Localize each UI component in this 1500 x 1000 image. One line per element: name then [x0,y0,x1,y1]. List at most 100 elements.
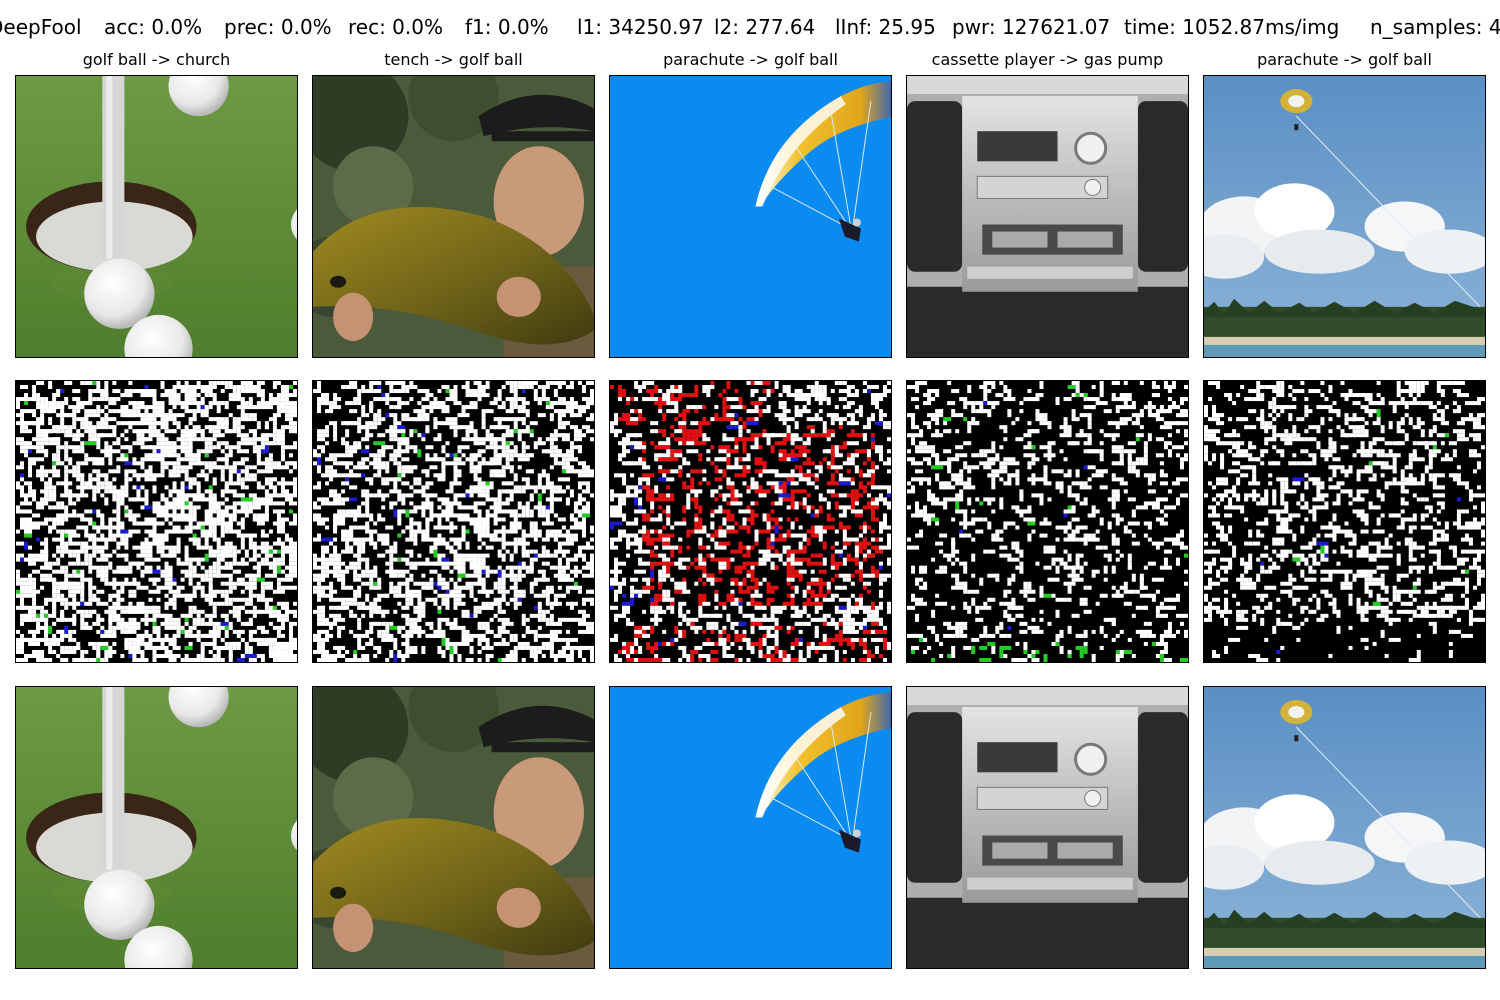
perturbation-pixel [557,489,562,494]
perturbation-pixel [244,477,257,482]
perturbation-pixel [28,445,41,450]
perturbation-pixel [112,641,117,646]
perturbation-pixel [100,553,113,558]
perturbation-pixel [329,605,334,610]
perturbation-pixel [638,477,643,486]
perturbation-pixel [156,585,161,594]
perturbation-pixel [292,389,297,394]
perturbation-pixel [517,541,530,546]
perturbation-pixel [834,565,839,570]
perturbation-pixel [866,589,871,594]
perturbation-pixel [866,417,871,422]
perturbation-pixel [349,461,354,466]
perturbation-pixel [505,641,510,646]
perturbation-pixel [48,417,53,422]
perturbation-pixel [409,397,414,402]
perturbation-pixel [268,417,273,422]
perturbation-pixel [650,625,655,634]
perturbation-pixel [830,449,835,458]
perturbation-pixel [337,645,342,650]
perturbation-pixel [425,429,430,434]
perturbation-pixel [714,589,719,594]
perturbation-pixel [28,473,33,478]
perturbation-pixel [405,441,410,446]
perturbation-pixel [377,553,386,558]
perturbation-pixel [477,545,482,550]
perturbation-pixel [493,437,498,446]
perturbation-pixel [465,657,474,662]
perturbation-pixel [373,441,386,446]
perturbation-pixel [834,453,843,458]
perturbation-pixel [349,409,354,414]
perturbation-pixel [280,393,285,402]
perturbation-pixel [433,597,438,602]
perturbation-pixel [569,649,574,658]
perturbation-pixel [132,629,137,634]
perturbation-pixel [357,461,366,466]
perturbation-pixel [216,401,221,406]
perturbation-pixel [268,453,273,458]
perturbation-pixel [425,529,430,534]
perturbation-pixel [200,529,213,534]
perturbation-pixel [72,437,81,442]
perturbation-pixel [220,593,225,598]
perturbation-pixel [818,469,823,474]
perturbation-pixel [730,489,735,494]
perturbation-pixel [96,485,101,494]
perturbation-pixel [473,529,478,534]
perturbation-pixel [80,441,85,446]
perturbation-pixel [513,605,518,610]
perturbation-pixel [24,449,29,454]
perturbation-pixel [180,437,185,442]
perturbation-pixel [192,589,197,594]
perturbation-pixel [626,621,635,626]
perturbation-pixel [449,417,454,422]
perturbation-pixel [517,501,522,506]
perturbation-pixel [553,657,558,662]
perturbation-pixel [754,441,759,446]
perturbation-pixel [477,657,482,662]
perturbation-pixel [866,609,871,614]
perturbation-pixel [429,581,434,586]
perturbation-pixel [405,589,410,594]
perturbation-pixel [16,481,21,490]
perturbation-pixel [160,585,173,590]
perturbation-pixel [317,581,322,586]
perturbation-pixel [866,421,871,430]
perturbation-pixel [280,445,285,450]
perturbation-pixel [878,537,883,542]
perturbation-pixel [284,417,293,422]
perturbation-pixel [561,397,566,402]
perturbation-pixel [36,637,49,642]
perturbation-pixel [341,489,346,494]
perturbation-pixel [124,513,133,518]
perturbation-pixel [529,421,538,426]
perturbation-pixel [473,433,478,438]
perturbation-pixel [766,517,775,522]
perturbation-pixel [854,557,859,566]
perturbation-pixel [710,573,715,578]
perturbation-pixel [16,593,21,598]
perturbation-pixel [36,401,41,406]
perturbation-pixel [421,437,426,442]
perturbation-pixel [80,485,85,490]
perturbation-pixel [493,397,498,402]
perturbation-pixel [421,509,426,518]
perturbation-pixel [557,413,562,422]
perturbation-pixel [449,589,454,598]
perturbation-pixel [674,453,683,458]
perturbation-pixel [212,549,217,554]
perturbation-pixel [104,417,117,422]
perturbation-pixel [698,453,703,458]
perturbation-pixel [441,473,446,482]
perturbation-pixel [385,549,390,554]
perturbation-pixel [220,457,225,462]
perturbation-pixel [810,577,819,582]
perturbation-pixel [770,533,775,542]
perturbation-pixel [622,441,631,446]
perturbation-pixel [24,517,29,526]
perturbation-pixel [68,629,73,634]
perturbation-pixel [212,393,217,398]
perturbation-pixel [469,425,474,434]
perturbation-pixel [276,493,289,498]
